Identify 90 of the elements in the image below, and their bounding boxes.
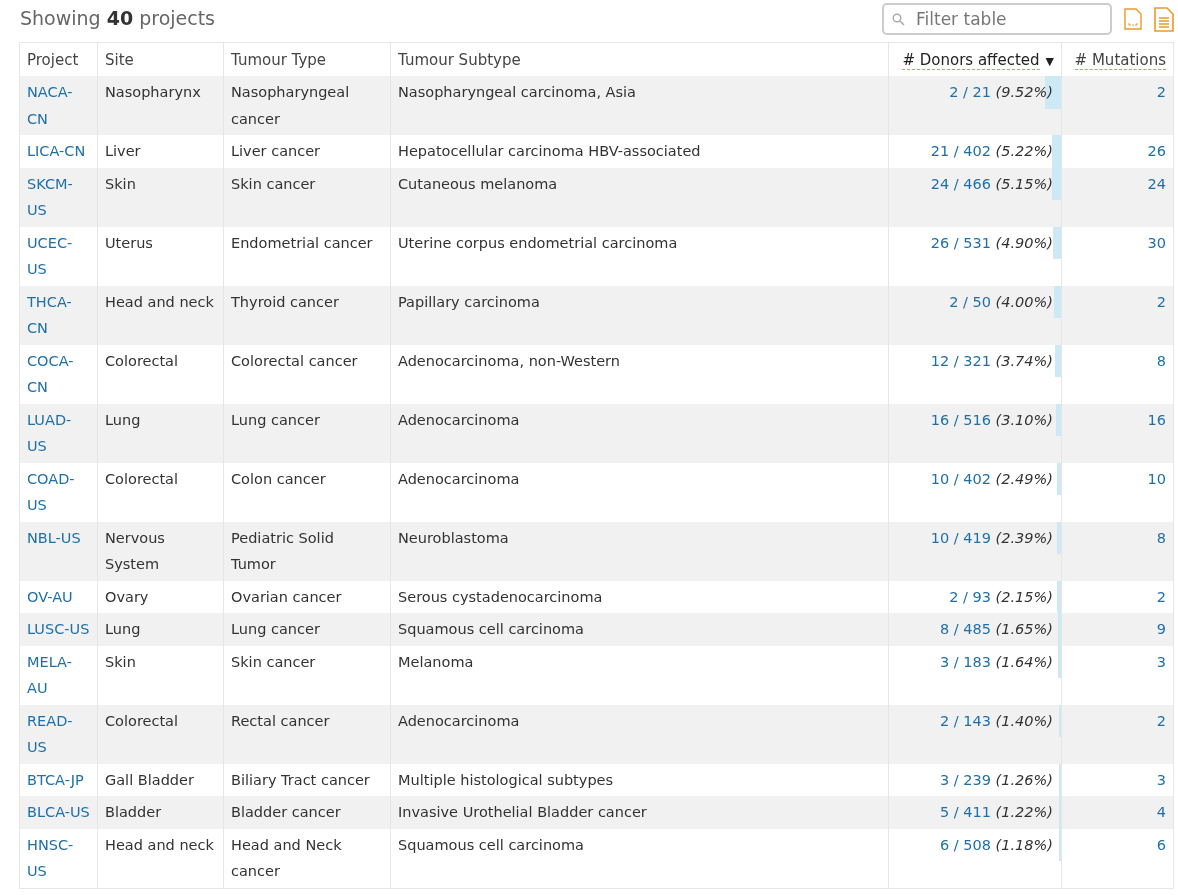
- donors-affected-text: 12 / 321 (3.74%): [930, 351, 1054, 371]
- table-cell: Adenocarcinoma: [390, 462, 889, 522]
- table-cell: Bladder cancer: [223, 796, 391, 829]
- mutations-link[interactable]: 2: [1061, 704, 1174, 764]
- project-link[interactable]: HNSC-US: [19, 828, 98, 888]
- project-count-summary: Showing 40 projects: [20, 7, 216, 29]
- donors-affected-text: 3 / 239 (1.26%): [940, 770, 1054, 790]
- donors-affected-text: 16 / 516 (3.10%): [930, 410, 1054, 430]
- project-link[interactable]: MELA-AU: [19, 645, 98, 705]
- mutations-link[interactable]: 16: [1061, 403, 1174, 463]
- donors-affected-text: 3 / 183 (1.64%): [940, 652, 1054, 672]
- project-link[interactable]: LUAD-US: [19, 403, 98, 463]
- project-link[interactable]: COCA-CN: [19, 344, 98, 404]
- mutations-link[interactable]: 2: [1061, 285, 1174, 345]
- mutations-link[interactable]: 26: [1061, 135, 1174, 168]
- table-cell: Lung cancer: [223, 403, 391, 463]
- table-cell: Adenocarcinoma: [390, 403, 889, 463]
- table-cell: Skin cancer: [223, 167, 391, 227]
- donors-affected-text: 10 / 419 (2.39%): [930, 528, 1054, 548]
- table-cell: Liver cancer: [223, 135, 391, 168]
- project-link[interactable]: LUSC-US: [19, 613, 98, 646]
- donors-affected-text: 6 / 508 (1.18%): [940, 835, 1054, 855]
- mutations-link[interactable]: 8: [1061, 521, 1174, 581]
- donors-affected-text: 2 / 143 (1.40%): [940, 711, 1054, 731]
- table-cell: Papillary carcinoma: [390, 285, 889, 345]
- table-cell: Uterine corpus endometrial carcinoma: [390, 226, 889, 286]
- donors-affected-text: 2 / 93 (2.15%): [949, 587, 1054, 607]
- table-cell: Skin: [97, 645, 224, 705]
- table-cell: Head and Neck cancer: [223, 828, 391, 888]
- table-cell: Rectal cancer: [223, 704, 391, 764]
- mutations-link[interactable]: 9: [1061, 613, 1174, 646]
- table-cell: Adenocarcinoma, non-Western: [390, 344, 889, 404]
- table-cell: Lung: [97, 613, 224, 646]
- table-cell: Head and neck: [97, 285, 224, 345]
- table-cell: Thyroid cancer: [223, 285, 391, 345]
- table-cell: Liver: [97, 135, 224, 168]
- project-link[interactable]: SKCM-US: [19, 167, 98, 227]
- donors-affected-text: 10 / 402 (2.49%): [930, 469, 1054, 489]
- table-cell: Colon cancer: [223, 462, 391, 522]
- project-link[interactable]: LICA-CN: [19, 135, 98, 168]
- donors-affected-text: 21 / 402 (5.22%): [930, 142, 1054, 161]
- table-cell: Lung: [97, 403, 224, 463]
- donors-affected-text: 2 / 50 (4.00%): [949, 292, 1054, 312]
- table-cell: Skin: [97, 167, 224, 227]
- project-link[interactable]: THCA-CN: [19, 285, 98, 345]
- mutations-link[interactable]: 6: [1061, 828, 1174, 888]
- table-cell: Nervous System: [97, 521, 224, 581]
- table-cell: Nasopharyngeal cancer: [223, 76, 391, 135]
- mutations-link[interactable]: 3: [1061, 645, 1174, 705]
- text-file-icon[interactable]: [1154, 6, 1174, 32]
- table-cell: Skin cancer: [223, 645, 391, 705]
- table-cell: Nasopharynx: [97, 76, 224, 135]
- table-cell: Squamous cell carcinoma: [390, 828, 889, 888]
- mutations-link[interactable]: 10: [1061, 462, 1174, 522]
- donors-affected-text: 5 / 411 (1.22%): [940, 803, 1054, 822]
- table-cell: Neuroblastoma: [390, 521, 889, 581]
- mutations-link[interactable]: 24: [1061, 167, 1174, 227]
- filter-field[interactable]: Filter table: [882, 3, 1112, 35]
- table-cell: Uterus: [97, 226, 224, 286]
- table-cell: Melanoma: [390, 645, 889, 705]
- table-cell: Colorectal cancer: [223, 344, 391, 404]
- project-link[interactable]: BLCA-US: [19, 796, 98, 829]
- mutations-link[interactable]: 2: [1061, 76, 1174, 135]
- donors-affected-text: 2 / 21 (9.52%): [949, 83, 1054, 102]
- table-cell: Nasopharyngeal carcinoma, Asia: [390, 76, 889, 135]
- project-link[interactable]: READ-US: [19, 704, 98, 764]
- table-cell: Head and neck: [97, 828, 224, 888]
- table-cell: Colorectal: [97, 344, 224, 404]
- project-link[interactable]: NBL-US: [19, 521, 98, 581]
- table-cell: Cutaneous melanoma: [390, 167, 889, 227]
- table-cell: Pediatric Solid Tumor: [223, 521, 391, 581]
- donors-affected-text: 8 / 485 (1.65%): [940, 620, 1054, 639]
- project-link[interactable]: UCEC-US: [19, 226, 98, 286]
- mutations-link[interactable]: 30: [1061, 226, 1174, 286]
- project-link[interactable]: COAD-US: [19, 462, 98, 522]
- mutations-link[interactable]: 8: [1061, 344, 1174, 404]
- json-file-icon[interactable]: [1124, 8, 1142, 30]
- table-cell: Squamous cell carcinoma: [390, 613, 889, 646]
- table-cell: Hepatocellular carcinoma HBV-associated: [390, 135, 889, 168]
- donors-affected-text: 24 / 466 (5.15%): [930, 174, 1054, 194]
- table-cell: Lung cancer: [223, 613, 391, 646]
- table-cell: Bladder: [97, 796, 224, 829]
- table-cell: Colorectal: [97, 704, 224, 764]
- table-cell: Adenocarcinoma: [390, 704, 889, 764]
- table-cell: Colorectal: [97, 462, 224, 522]
- table-cell: Endometrial cancer: [223, 226, 391, 286]
- donors-affected-text: 26 / 531 (4.90%): [930, 233, 1054, 253]
- project-link[interactable]: NACA-CN: [19, 76, 98, 135]
- mutations-link[interactable]: 4: [1061, 796, 1174, 829]
- table-cell: Invasive Urothelial Bladder cancer: [390, 796, 889, 829]
